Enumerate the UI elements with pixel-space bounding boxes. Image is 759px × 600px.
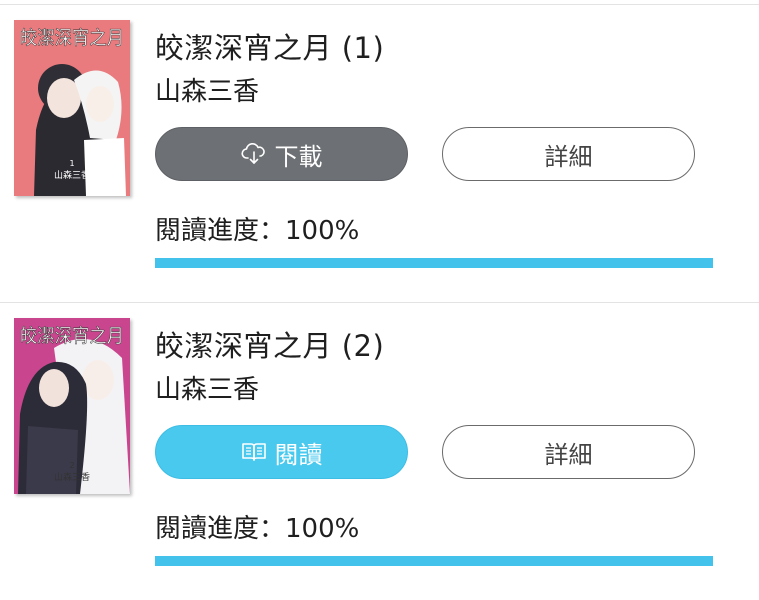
detail-button-label: 詳細 <box>544 142 593 171</box>
reading-progress-bar <box>155 556 713 566</box>
cover-author-text: 山森三香 <box>54 169 90 181</box>
read-button[interactable]: 閱讀 <box>155 425 408 479</box>
cover-title-text: 皎潔深宵之月 <box>20 325 124 347</box>
book-title[interactable]: 皎潔深宵之月 (2) <box>155 323 384 365</box>
book-item: 山森三香 2 皎潔深宵之月 皎潔深宵之月 (2) 山森三香 閱讀 詳細 閱讀進度… <box>0 303 759 600</box>
cloud-download-icon <box>240 142 267 166</box>
cover-volume-text: 1 <box>69 159 74 168</box>
cover-author-text: 山森三香 <box>54 471 90 483</box>
download-button-label: 下載 <box>274 142 323 171</box>
detail-button-label: 詳細 <box>544 440 593 469</box>
book-title[interactable]: 皎潔深宵之月 (1) <box>155 25 384 67</box>
download-button[interactable]: 下載 <box>155 127 408 181</box>
book-author: 山森三香 <box>155 77 260 107</box>
book-cover[interactable]: 山森三香 2 皎潔深宵之月 <box>14 318 130 494</box>
detail-button[interactable]: 詳細 <box>442 425 695 479</box>
reading-progress-text: 閱讀進度：100% <box>155 514 360 544</box>
book-open-icon <box>241 441 267 463</box>
cover-art: 山森三香 1 皎潔深宵之月 <box>14 20 130 196</box>
read-button-label: 閱讀 <box>274 440 323 469</box>
reading-progress-fill <box>155 258 713 268</box>
cover-volume-text: 2 <box>69 461 74 470</box>
book-author: 山森三香 <box>155 375 260 405</box>
book-item: 山森三香 1 皎潔深宵之月 皎潔深宵之月 (1) 山森三香 下載 詳細 閱讀進度… <box>0 5 759 302</box>
cover-art: 山森三香 2 皎潔深宵之月 <box>14 318 130 494</box>
reading-progress-fill <box>155 556 713 566</box>
reading-progress-text: 閱讀進度：100% <box>155 216 360 246</box>
cover-title-text: 皎潔深宵之月 <box>20 27 124 49</box>
detail-button[interactable]: 詳細 <box>442 127 695 181</box>
reading-progress-bar <box>155 258 713 268</box>
book-cover[interactable]: 山森三香 1 皎潔深宵之月 <box>14 20 130 196</box>
